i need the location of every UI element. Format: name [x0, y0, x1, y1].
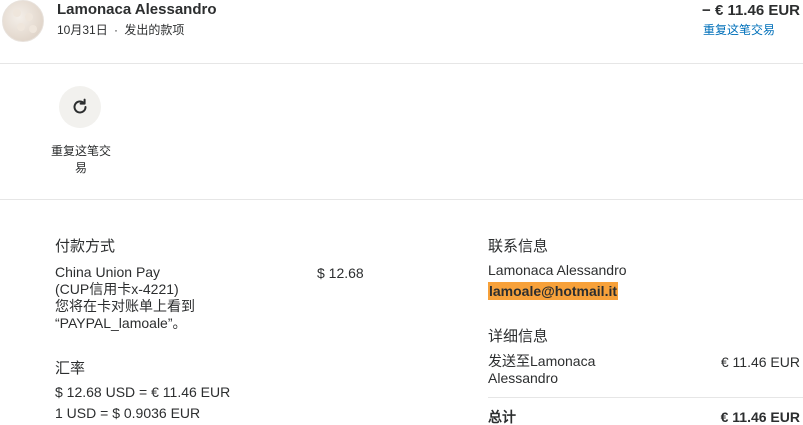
refresh-icon [73, 98, 87, 114]
exchange-rate-heading: 汇率 [55, 360, 86, 377]
transaction-subline: 10月31日 · 发出的款项 [57, 21, 184, 38]
sent-to-label: 发送至Lamonaca [488, 353, 596, 369]
details-heading: 详细信息 [488, 328, 549, 345]
repeat-transaction-link[interactable]: 重复这笔交易 [703, 21, 775, 38]
payment-method-card: (CUP信用卡x-4221) [55, 281, 179, 297]
repeat-transaction-button[interactable] [59, 86, 101, 128]
exchange-conversion: $ 12.68 USD = € 11.46 EUR [55, 384, 231, 400]
sent-amount: € 11.46 EUR [720, 354, 800, 370]
divider [0, 63, 803, 64]
counterparty-name: Lamonaca Alessandro [57, 1, 217, 18]
transaction-amount: − € 11.46 EUR [702, 2, 800, 19]
payment-method-name: China Union Pay [55, 264, 161, 280]
payment-amount: $ 12.68 [317, 265, 364, 281]
repeat-transaction-label[interactable]: 重复这笔交易 [46, 143, 116, 177]
avatar [2, 0, 44, 42]
payment-statement-note: 您将在卡对账单上看到 [55, 298, 195, 314]
divider [0, 199, 803, 200]
transaction-type: 发出的款项 [124, 23, 185, 37]
sent-to-name: Alessandro [488, 370, 559, 386]
separator: · [114, 23, 119, 37]
payment-method-heading: 付款方式 [55, 238, 116, 255]
total-label: 总计 [488, 409, 516, 425]
contact-email[interactable]: lamoale@hotmail.it [488, 282, 619, 300]
divider [488, 397, 803, 398]
contact-name: Lamonaca Alessandro [488, 262, 627, 278]
transaction-date: 10月31日 [57, 23, 108, 37]
exchange-rate-value: 1 USD = $ 0.9036 EUR [55, 405, 201, 421]
total-amount: € 11.46 EUR [720, 409, 800, 425]
contact-info-heading: 联系信息 [488, 238, 549, 255]
payment-statement-descriptor: “PAYPAL_lamoale”。 [55, 315, 187, 331]
